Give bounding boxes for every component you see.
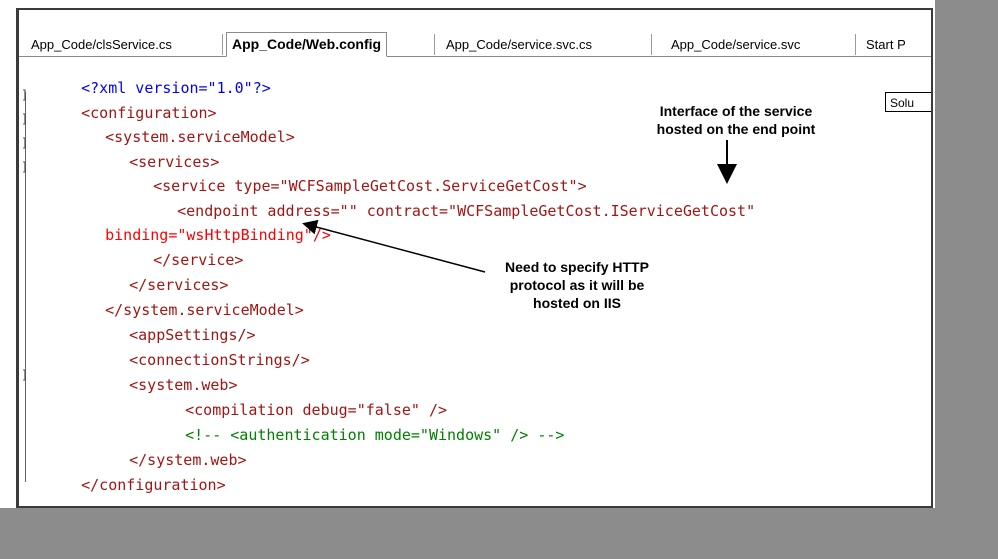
desktop-background-bottom — [0, 508, 935, 559]
desktop-background-right — [935, 0, 998, 559]
binding-arrow — [302, 219, 486, 273]
annotation-arrows — [302, 140, 737, 273]
editor-window: App_Code/clsService.cs App_Code/Web.conf… — [16, 8, 933, 508]
